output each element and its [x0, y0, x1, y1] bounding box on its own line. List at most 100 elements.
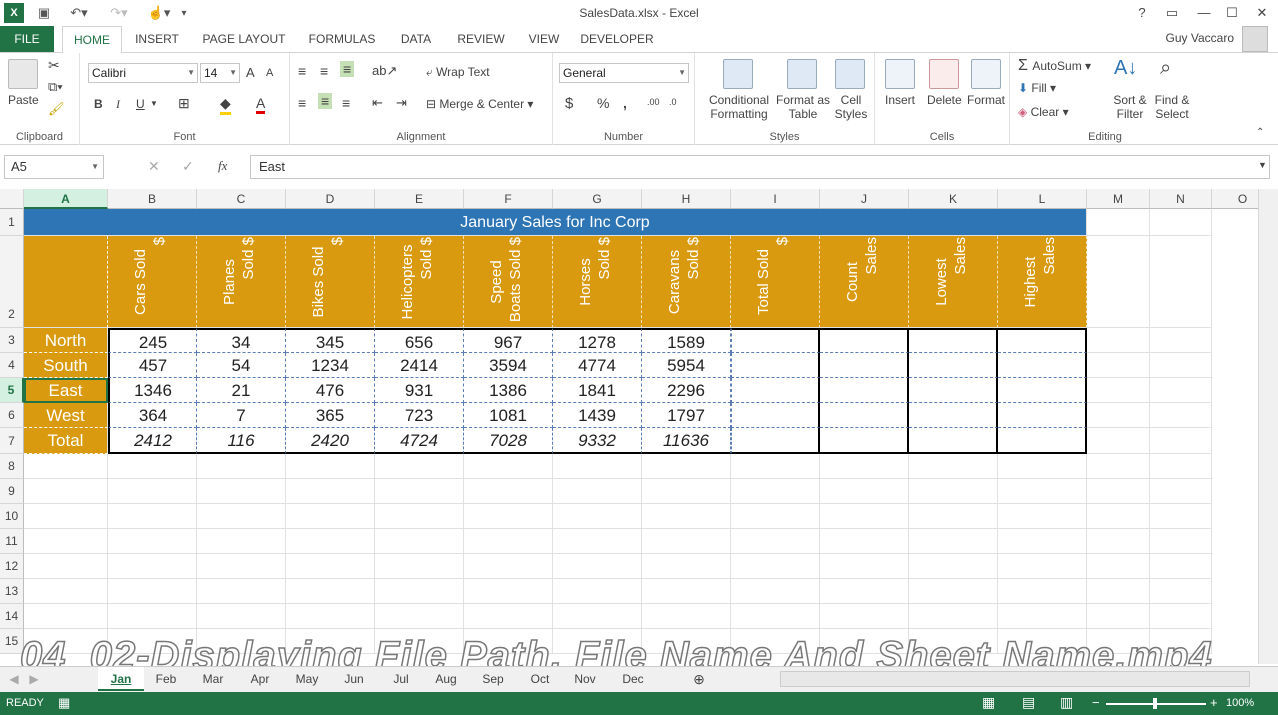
data-cell[interactable]: 723 — [375, 403, 464, 428]
currency-button[interactable]: $ — [565, 95, 573, 112]
grid-cell[interactable] — [108, 504, 197, 529]
sheet-tab[interactable]: Sep — [470, 667, 516, 691]
grid-cell[interactable] — [197, 479, 286, 504]
grid-cell[interactable] — [1087, 403, 1150, 428]
sheet-tab[interactable]: Mar — [190, 667, 236, 691]
macro-record-icon[interactable]: ▦ — [58, 695, 70, 711]
format-cells-icon[interactable] — [971, 59, 1001, 89]
column-header-cell[interactable]: Speed Boats Sold $ — [464, 236, 553, 328]
delete-button[interactable]: Delete — [927, 93, 962, 107]
column-header-cell[interactable]: Highest Sales — [998, 236, 1087, 328]
zoom-slider-thumb[interactable] — [1153, 698, 1157, 709]
data-cell[interactable]: 345 — [286, 328, 375, 353]
user-name[interactable]: Guy Vaccaro — [1166, 31, 1234, 45]
data-cell[interactable]: 7 — [197, 403, 286, 428]
font-name-select[interactable]: Calibri ▼ — [88, 63, 198, 83]
zoom-level[interactable]: 100% — [1226, 697, 1254, 709]
grid-cell[interactable] — [1087, 579, 1150, 604]
ribbon-display-button[interactable]: ▭ — [1160, 3, 1184, 23]
column-header[interactable]: J — [820, 189, 909, 209]
grid-cell[interactable] — [24, 504, 108, 529]
grid-cell[interactable] — [909, 604, 998, 629]
column-header-cell[interactable]: Planes Sold $ — [197, 236, 286, 328]
data-cell[interactable]: 5954 — [642, 353, 731, 378]
column-header[interactable]: L — [998, 189, 1087, 209]
data-cell[interactable]: 2414 — [375, 353, 464, 378]
data-cell[interactable]: 116 — [197, 428, 286, 454]
grid-cell[interactable] — [375, 529, 464, 554]
data-cell[interactable] — [998, 403, 1087, 428]
name-box[interactable]: A5 ▼ — [4, 155, 104, 179]
align-center-icon[interactable]: ≡ — [318, 93, 333, 109]
grid-cell[interactable] — [286, 529, 375, 554]
data-cell[interactable]: 2420 — [286, 428, 375, 454]
data-cell[interactable] — [820, 353, 909, 378]
sheet-title-cell[interactable]: January Sales for Inc Corp — [24, 209, 1087, 236]
grid-cell[interactable] — [1150, 529, 1212, 554]
data-cell[interactable]: 967 — [464, 328, 553, 353]
grid-cell[interactable] — [1150, 554, 1212, 579]
column-header-cell[interactable]: Helicopters Sold $ — [375, 236, 464, 328]
grid-cell[interactable] — [820, 554, 909, 579]
data-cell[interactable]: 1081 — [464, 403, 553, 428]
grid-cell[interactable] — [464, 529, 553, 554]
row-header[interactable]: 14 — [0, 604, 24, 629]
row-header[interactable]: 5 — [0, 378, 24, 403]
format-as-table-icon[interactable] — [787, 59, 817, 89]
data-cell[interactable]: 4774 — [553, 353, 642, 378]
data-cell[interactable]: 1234 — [286, 353, 375, 378]
grid-cell[interactable] — [464, 479, 553, 504]
data-cell[interactable]: 9332 — [553, 428, 642, 454]
align-middle-icon[interactable]: ≡ — [320, 63, 328, 79]
align-right-icon[interactable]: ≡ — [342, 95, 350, 111]
binoculars-icon[interactable]: ⌕ — [1160, 57, 1171, 80]
sheet-tab[interactable]: May — [284, 667, 330, 691]
sheet-tab[interactable]: Feb — [143, 667, 189, 691]
grid-cell[interactable] — [108, 454, 197, 479]
data-cell[interactable]: 476 — [286, 378, 375, 403]
column-header-cell[interactable]: Horses Sold $ — [553, 236, 642, 328]
column-header[interactable]: K — [909, 189, 998, 209]
data-cell[interactable] — [731, 378, 820, 403]
grid-cell[interactable] — [108, 529, 197, 554]
grid-cell[interactable] — [553, 604, 642, 629]
row-header[interactable]: 10 — [0, 504, 24, 529]
grid-cell[interactable] — [909, 454, 998, 479]
grid-cell[interactable] — [197, 554, 286, 579]
grid-cell[interactable] — [1150, 479, 1212, 504]
data-cell[interactable] — [909, 328, 998, 353]
grid-cell[interactable] — [24, 479, 108, 504]
data-cell[interactable] — [998, 353, 1087, 378]
column-header[interactable]: A — [24, 189, 108, 209]
cancel-entry-button[interactable]: ✕ — [148, 158, 160, 175]
grid-cell[interactable] — [108, 579, 197, 604]
grid-cell[interactable] — [998, 504, 1087, 529]
decrease-indent-icon[interactable]: ⇤ — [372, 95, 383, 111]
header-cell-a2[interactable] — [24, 236, 108, 328]
sheet-tab[interactable]: Jun — [331, 667, 377, 691]
grid-cell[interactable] — [286, 479, 375, 504]
normal-view-icon[interactable]: ▦ — [982, 694, 995, 711]
sheet-tab[interactable]: Jan — [98, 667, 144, 691]
grid-cell[interactable] — [909, 579, 998, 604]
data-cell[interactable] — [998, 328, 1087, 353]
grid-cell[interactable] — [464, 454, 553, 479]
percent-button[interactable]: % — [597, 95, 609, 111]
column-header-cell[interactable]: Cars Sold $ — [108, 236, 197, 328]
grid-cell[interactable] — [820, 579, 909, 604]
data-cell[interactable]: 1386 — [464, 378, 553, 403]
cut-icon[interactable]: ✂ — [48, 57, 60, 74]
chevron-down-icon[interactable]: ▼ — [150, 99, 158, 108]
data-cell[interactable]: 54 — [197, 353, 286, 378]
delete-cells-icon[interactable] — [929, 59, 959, 89]
grid-cell[interactable] — [642, 604, 731, 629]
grid-cell[interactable] — [553, 554, 642, 579]
data-cell[interactable]: 1278 — [553, 328, 642, 353]
grid-cell[interactable] — [1087, 454, 1150, 479]
cell-styles-icon[interactable] — [835, 59, 865, 89]
grid-cell[interactable] — [108, 554, 197, 579]
column-header-cell[interactable]: Bikes Sold $ — [286, 236, 375, 328]
grid-cell[interactable] — [1150, 378, 1212, 403]
column-header[interactable]: M — [1087, 189, 1150, 209]
help-button[interactable]: ? — [1130, 3, 1154, 23]
